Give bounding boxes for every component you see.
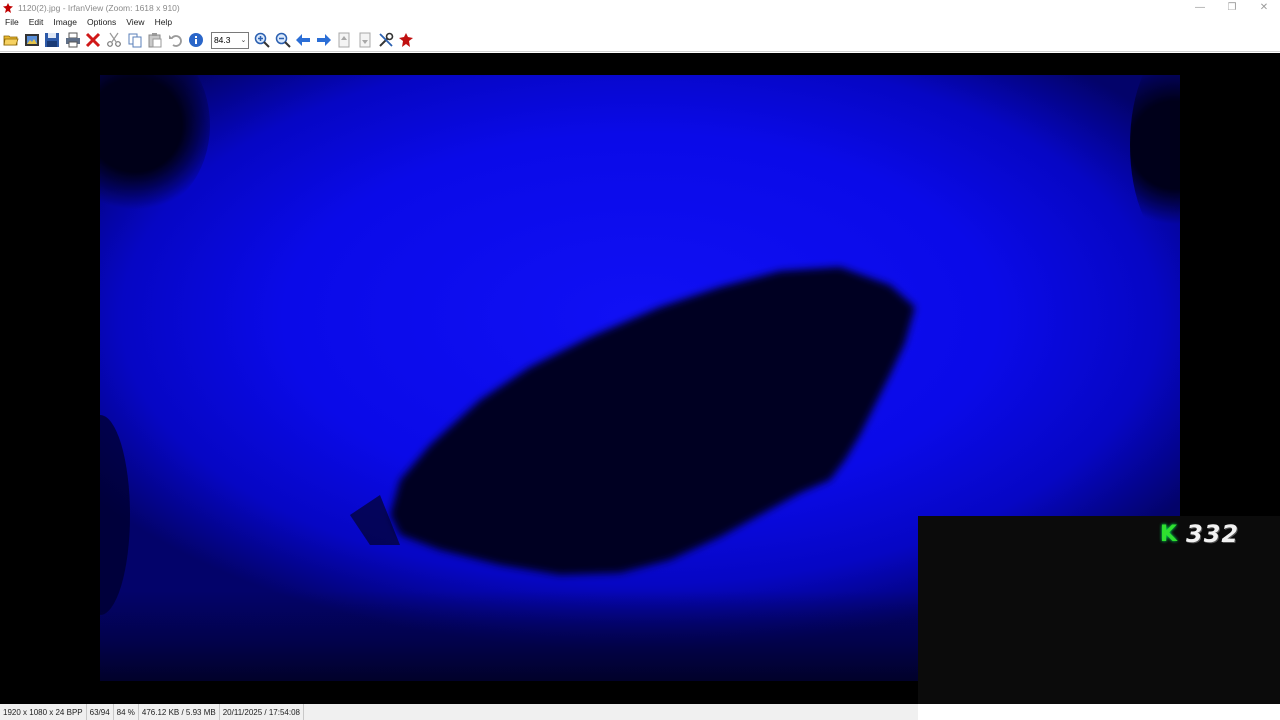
menu-image[interactable]: Image — [48, 17, 82, 27]
menu-view[interactable]: View — [121, 17, 149, 27]
irfanview-app-icon[interactable] — [2, 2, 14, 14]
copy-icon[interactable] — [126, 31, 144, 49]
status-index: 63/94 — [87, 704, 114, 720]
previous-icon[interactable] — [294, 31, 312, 49]
cut-icon[interactable] — [105, 31, 123, 49]
zoom-in-icon[interactable] — [253, 31, 271, 49]
status-file-size: 476.12 KB / 5.93 MB — [139, 704, 220, 720]
paste-icon[interactable] — [146, 31, 164, 49]
status-datetime: 20/11/2025 / 17:54:08 — [220, 704, 304, 720]
menu-file[interactable]: File — [0, 17, 24, 27]
status-dimensions: 1920 x 1080 x 24 BPP — [0, 704, 87, 720]
zoom-out-icon[interactable] — [274, 31, 292, 49]
next-icon[interactable] — [315, 31, 333, 49]
chevron-down-icon[interactable]: ⌄ — [239, 36, 248, 44]
undo-icon[interactable] — [167, 31, 185, 49]
zoom-combobox[interactable]: 84.3 ⌄ — [210, 31, 249, 49]
overlay-prefix: K — [1160, 522, 1178, 547]
info-icon[interactable] — [187, 31, 205, 49]
zoom-value[interactable]: 84.3 — [212, 35, 239, 45]
first-page-icon[interactable] — [335, 31, 353, 49]
save-icon[interactable] — [43, 31, 61, 49]
toolbar: 84.3 ⌄ — [0, 29, 1280, 52]
status-zoom: 84 % — [114, 704, 139, 720]
menu-edit[interactable]: Edit — [24, 17, 49, 27]
settings-icon[interactable] — [377, 31, 395, 49]
print-icon[interactable] — [64, 31, 82, 49]
menu-options[interactable]: Options — [82, 17, 121, 27]
menu-help[interactable]: Help — [150, 17, 177, 27]
restore-button[interactable]: ❐ — [1216, 0, 1248, 15]
overlay-number: 332 — [1186, 520, 1240, 548]
exit-icon[interactable] — [397, 31, 415, 49]
open-folder-icon[interactable] — [2, 31, 20, 49]
status-bar: 1920 x 1080 x 24 BPP 63/94 84 % 476.12 K… — [0, 704, 918, 720]
image-viewport[interactable]: K 332 — [0, 53, 1280, 704]
title-bar: 1120(2).jpg - IrfanView (Zoom: 1618 x 91… — [0, 0, 1280, 15]
window-title: 1120(2).jpg - IrfanView (Zoom: 1618 x 91… — [18, 2, 180, 13]
minimize-button[interactable]: — — [1184, 0, 1216, 15]
delete-icon[interactable] — [84, 31, 102, 49]
close-button[interactable]: ✕ — [1248, 0, 1280, 15]
last-page-icon[interactable] — [356, 31, 374, 49]
overlay-counter-panel: K 332 — [918, 516, 1280, 704]
menu-bar: File Edit Image Options View Help — [0, 15, 1280, 29]
slideshow-icon[interactable] — [23, 31, 41, 49]
window-controls: — ❐ ✕ — [1184, 0, 1280, 15]
